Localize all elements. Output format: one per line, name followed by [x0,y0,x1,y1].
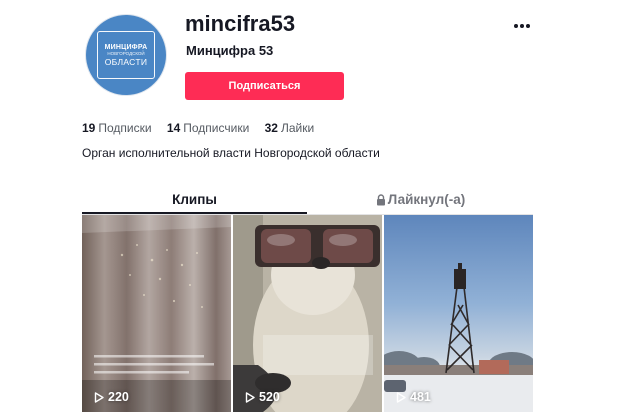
video-item-tower[interactable]: 481 [384,215,533,412]
stat-followers-count: 14 [166,121,181,135]
video-item-dog[interactable]: 520 [233,215,382,412]
avatar-logo-line1: МИНЦИФРА [104,43,148,51]
tab-liked[interactable]: Лайкнул(-а) [308,186,533,213]
profile-tabs: Клипы Лайкнул(-а) [82,186,533,215]
active-tab-indicator [82,212,307,214]
stat-following-count: 19 [82,121,96,135]
play-icon [245,391,255,403]
stat-following-label: Подписки [98,121,152,135]
stat-following[interactable]: 19 Подписки [82,121,152,135]
avatar-logo: МИНЦИФРА НОВГОРОДСКОЙ ОБЛАСТИ [97,31,155,79]
follow-button[interactable]: Подписаться [185,72,344,100]
video-thumbnail-dog [233,215,382,412]
video-views: 481 [396,390,431,404]
tab-liked-label: Лайкнул(-а) [387,192,466,207]
stat-likes: 32 Лайки [265,121,315,135]
video-thumbnail-curtains [82,215,231,412]
stat-likes-count: 32 [264,121,278,135]
video-item-curtains[interactable]: 220 [82,215,231,412]
avatar-logo-line3: ОБЛАСТИ [104,56,148,67]
profile-bio: Орган исполнительной власти Новгородской… [82,146,380,160]
video-thumbnail-tower [384,263,533,412]
profile-nickname: Минцифра 53 [186,43,274,58]
stat-likes-label: Лайки [280,121,315,135]
stat-followers[interactable]: 14 Подписчики [167,121,249,135]
avatar[interactable]: МИНЦИФРА НОВГОРОДСКОЙ ОБЛАСТИ [86,15,166,95]
video-views-count: 481 [410,390,431,404]
profile-username: mincifra53 [185,11,296,36]
video-views: 520 [245,390,280,404]
video-views-count: 520 [259,390,280,404]
play-icon [94,391,104,403]
video-views-count: 220 [108,390,129,404]
play-icon [396,391,406,403]
stat-followers-label: Подписчики [183,121,250,135]
video-grid: 220 520 481 [82,215,533,412]
profile-stats: 19 Подписки 14 Подписчики 32 Лайки [82,121,326,135]
tab-clips[interactable]: Клипы [82,186,307,213]
tab-clips-label: Клипы [172,192,217,207]
lock-icon [376,193,385,205]
video-views: 220 [94,390,129,404]
avatar-logo-line2: НОВГОРОДСКОЙ [107,50,145,56]
more-dots-icon[interactable] [512,16,532,36]
